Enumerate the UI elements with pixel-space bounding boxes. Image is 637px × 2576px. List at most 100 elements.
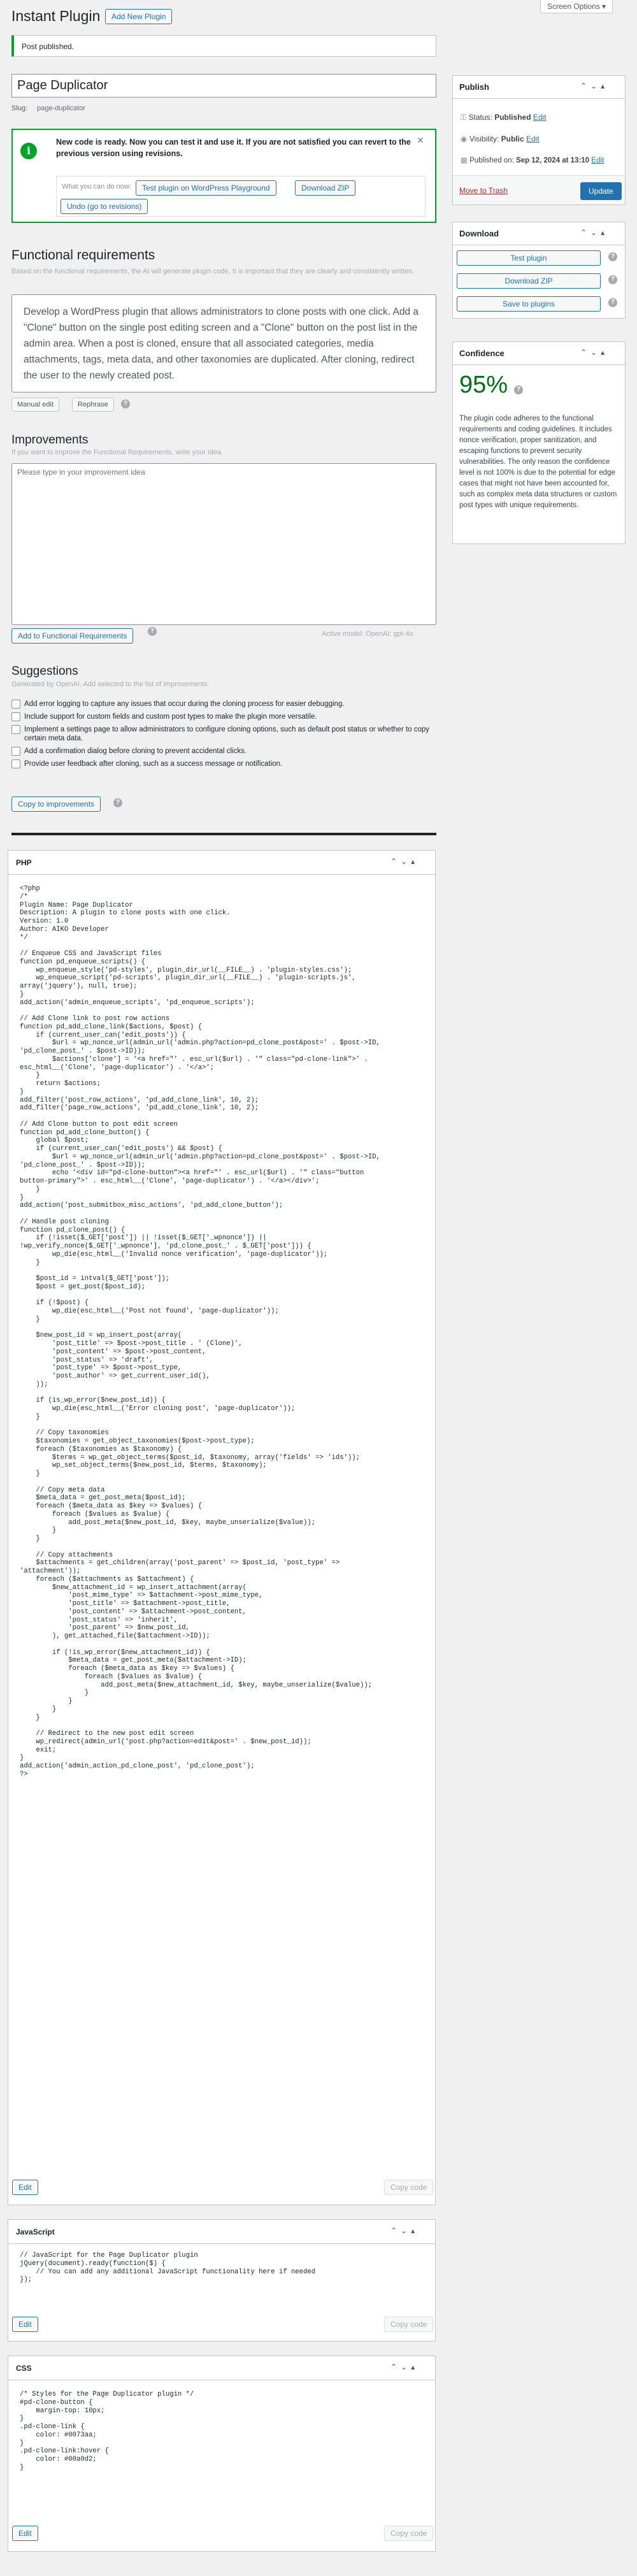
improvement-textarea[interactable]	[11, 463, 436, 625]
rephrase-button[interactable]: Rephrase	[72, 398, 114, 412]
suggestion-text: Add a confirmation dialog before cloning…	[24, 747, 247, 756]
css-edit-button[interactable]: Edit	[12, 2526, 38, 2541]
status-row: ⚿ Status: Published Edit	[461, 113, 547, 122]
move-to-trash-link[interactable]: Move to Trash	[459, 186, 508, 195]
suggestion-checkbox[interactable]	[11, 712, 20, 722]
css-copy-button[interactable]: Copy code	[384, 2526, 434, 2541]
manual-edit-button[interactable]: Manual edit	[11, 398, 59, 412]
requirements-heading: Functional requirements	[11, 248, 155, 263]
suggestion-item[interactable]: Add a confirmation dialog before cloning…	[11, 747, 436, 756]
help-icon[interactable]: ?	[514, 385, 523, 394]
calendar-icon: ▦	[461, 157, 468, 164]
suggestion-checkbox[interactable]	[11, 747, 20, 756]
slug-row: Slug: page-duplicator	[11, 104, 85, 112]
js-copy-button[interactable]: Copy code	[384, 2317, 434, 2332]
suggestion-checkbox[interactable]	[11, 725, 20, 735]
undo-revisions-button[interactable]: Undo (go to revisions)	[61, 199, 148, 214]
help-icon[interactable]: ?	[608, 275, 617, 284]
box-controls[interactable]: ⌃⌄▴	[390, 2226, 419, 2235]
download-zip-button[interactable]: Download ZIP	[295, 180, 356, 196]
suggestion-checkbox[interactable]	[11, 759, 20, 769]
section-divider	[11, 833, 436, 835]
actions-label: What you can do now:	[62, 183, 131, 191]
add-to-requirements-button[interactable]: Add to Functional Requirements	[11, 628, 134, 644]
post-title-input[interactable]	[11, 74, 436, 97]
suggestion-text: Add error logging to capture any issues …	[24, 700, 345, 709]
status-edit-link[interactable]: Edit	[533, 113, 547, 122]
visibility-row: ◉ Visibility: Public Edit	[461, 134, 540, 143]
suggestion-item[interactable]: Provide user feedback after cloning, suc…	[11, 759, 436, 769]
requirements-textarea[interactable]: Develop a WordPress plugin that allows a…	[11, 294, 436, 392]
published-notice: Post published.	[11, 35, 436, 57]
screen-options-button[interactable]: Screen Options ▾	[540, 0, 613, 13]
suggestion-text: Implement a settings page to allow admin…	[24, 726, 430, 743]
confidence-text: The plugin code adheres to the functiona…	[459, 415, 617, 509]
suggestion-text: Include support for custom fields and cu…	[24, 713, 317, 721]
box-controls[interactable]: ⌃⌄▴	[390, 2363, 419, 2371]
code-ready-message: New code is ready. Now you can test it a…	[56, 138, 411, 158]
visibility-edit-link[interactable]: Edit	[526, 134, 540, 143]
publish-box: Publish ⌃⌄▴ ⚿ Status: Published Edit ◉ V…	[452, 75, 626, 205]
copy-to-improvements-button[interactable]: Copy to improvements	[11, 796, 101, 812]
js-code: // JavaScript for the Page Duplicator pl…	[20, 2252, 316, 2284]
box-controls[interactable]: ⌃⌄▴	[390, 857, 419, 866]
php-edit-button[interactable]: Edit	[12, 2180, 38, 2195]
box-controls[interactable]: ⌃⌄▴	[580, 82, 608, 90]
download-heading: Download	[459, 229, 499, 238]
close-icon[interactable]: ✕	[417, 135, 424, 146]
published-row: ▦ Published on: Sep 12, 2024 at 13:10 Ed…	[461, 155, 604, 164]
published-label: Published on:	[469, 157, 514, 164]
confidence-box: Confidence ⌃⌄▴ 95% ? The plugin code adh…	[452, 342, 626, 544]
help-icon[interactable]: ?	[113, 798, 122, 807]
confidence-heading: Confidence	[459, 349, 505, 358]
css-heading: CSS	[16, 2364, 32, 2373]
suggestions-heading: Suggestions	[11, 665, 78, 678]
add-new-plugin-button[interactable]: Add New Plugin	[105, 9, 173, 24]
help-icon[interactable]: ?	[608, 252, 617, 261]
php-copy-button[interactable]: Copy code	[384, 2180, 434, 2195]
download-box: Download ⌃⌄▴ Test plugin ? Download ZIP …	[452, 222, 626, 319]
help-icon[interactable]: ?	[608, 298, 617, 307]
suggestion-item[interactable]: Add error logging to capture any issues …	[11, 700, 436, 709]
css-code-box: CSS ⌃⌄▴ /* Styles for the Page Duplicato…	[8, 2356, 436, 2552]
improvements-heading: Improvements	[11, 433, 89, 447]
code-ready-notice: i New code is ready. Now you can test it…	[11, 129, 436, 223]
published-value: Sep 12, 2024 at 13:10	[515, 157, 590, 164]
key-icon: ⚿	[461, 113, 467, 122]
php-code-box: PHP ⌃⌄▴ <?php /* Plugin Name: Page Dupli…	[8, 850, 436, 2205]
published-notice-text: Post published.	[22, 42, 75, 51]
help-icon[interactable]: ?	[121, 399, 130, 408]
suggestions-list: Add error logging to capture any issues …	[11, 700, 436, 769]
test-plugin-button[interactable]: Test plugin	[457, 250, 601, 266]
save-to-plugins-button[interactable]: Save to plugins	[457, 296, 601, 312]
published-edit-link[interactable]: Edit	[591, 157, 604, 164]
visibility-label: Visibility:	[469, 134, 499, 143]
download-zip-sidebar-button[interactable]: Download ZIP	[457, 273, 601, 289]
suggestion-text: Provide user feedback after cloning, suc…	[24, 760, 283, 768]
slug-label: Slug:	[11, 104, 28, 112]
box-controls[interactable]: ⌃⌄▴	[580, 228, 608, 237]
js-heading: JavaScript	[16, 2227, 55, 2236]
confidence-value: 95%	[459, 371, 508, 398]
improvements-desc: If you want to improve the Functional Re…	[11, 449, 223, 456]
suggestion-item[interactable]: Implement a settings page to allow admin…	[11, 725, 436, 743]
slug-link[interactable]: page-duplicator	[37, 104, 85, 112]
test-playground-button[interactable]: Test plugin on WordPress Playground	[136, 180, 276, 196]
visibility-value: Public	[501, 134, 524, 143]
eye-icon: ◉	[461, 134, 468, 143]
active-model-label: Active model: OpenAI: gpt-4o	[322, 630, 413, 638]
js-edit-button[interactable]: Edit	[12, 2317, 38, 2332]
update-button[interactable]: Update	[580, 182, 622, 200]
js-code-box: JavaScript ⌃⌄▴ // JavaScript for the Pag…	[8, 2219, 436, 2342]
suggestions-desc: Generated by OpenAI. Add selected to the…	[11, 680, 210, 688]
page-title: Instant Plugin	[11, 8, 101, 24]
css-code: /* Styles for the Page Duplicator plugin…	[20, 2391, 194, 2472]
status-value: Published	[494, 113, 531, 122]
suggestion-checkbox[interactable]	[11, 700, 20, 709]
suggestion-item[interactable]: Include support for custom fields and cu…	[11, 712, 436, 722]
php-code: <?php /* Plugin Name: Page Duplicator De…	[20, 885, 380, 1778]
actions-group: What you can do now: Test plugin on Word…	[56, 176, 426, 217]
help-icon[interactable]: ?	[148, 627, 157, 636]
php-heading: PHP	[16, 858, 32, 867]
box-controls[interactable]: ⌃⌄▴	[580, 348, 608, 357]
